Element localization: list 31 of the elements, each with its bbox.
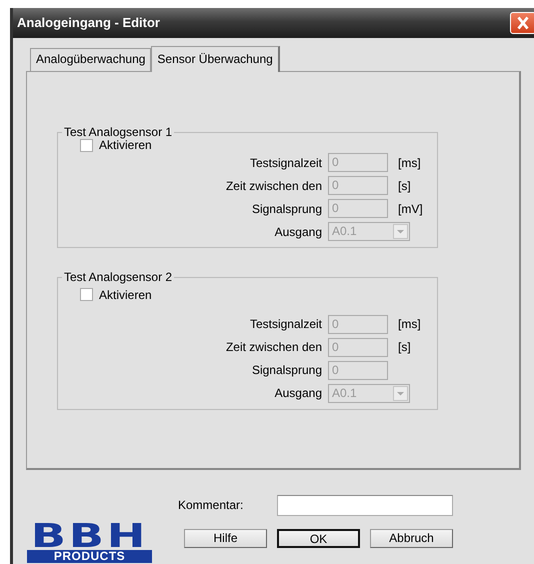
unit-label: [s] <box>398 178 411 194</box>
field-label: Testsignalzeit <box>248 156 323 170</box>
field-label: Ausgang <box>274 224 323 240</box>
field-label: Signalsprung <box>250 202 323 216</box>
close-icon[interactable] <box>510 12 534 34</box>
unit-label: [mV] <box>398 202 423 216</box>
comment-field[interactable] <box>277 495 453 516</box>
window-title: Analogeingang - Editor <box>17 15 160 31</box>
group-title: Test Analogsensor 1 <box>63 125 174 140</box>
group-title: Test Analogsensor 2 <box>63 270 174 285</box>
tab[interactable]: Analogüberwachung <box>30 48 152 71</box>
unit-label: [ms] <box>398 317 421 332</box>
logo: BBH PRODUCTS <box>27 522 152 563</box>
comment-label: Kommentar: <box>178 498 244 513</box>
field-label: Zeit zwischen den <box>224 178 323 194</box>
field-label: Testsignalzeit <box>248 317 323 332</box>
checkbox-label: Aktivieren <box>99 288 152 302</box>
field-label: Signalsprung <box>250 363 323 378</box>
checkbox[interactable] <box>80 288 93 302</box>
caret-icon <box>393 386 408 401</box>
dialog-button[interactable]: OK <box>277 529 360 548</box>
field-label: Ausgang <box>274 386 323 400</box>
tab[interactable]: Sensor Überwachung <box>151 46 280 72</box>
unit-label: [s] <box>398 340 411 354</box>
checkbox-label: Aktivieren <box>99 138 152 153</box>
checkbox[interactable] <box>80 138 93 152</box>
field-label: Zeit zwischen den <box>224 340 323 354</box>
dialog-button[interactable]: Hilfe <box>184 529 267 548</box>
caret-icon <box>393 224 408 240</box>
dialog-button[interactable]: Abbruch <box>370 529 453 548</box>
unit-label: [ms] <box>398 156 421 170</box>
